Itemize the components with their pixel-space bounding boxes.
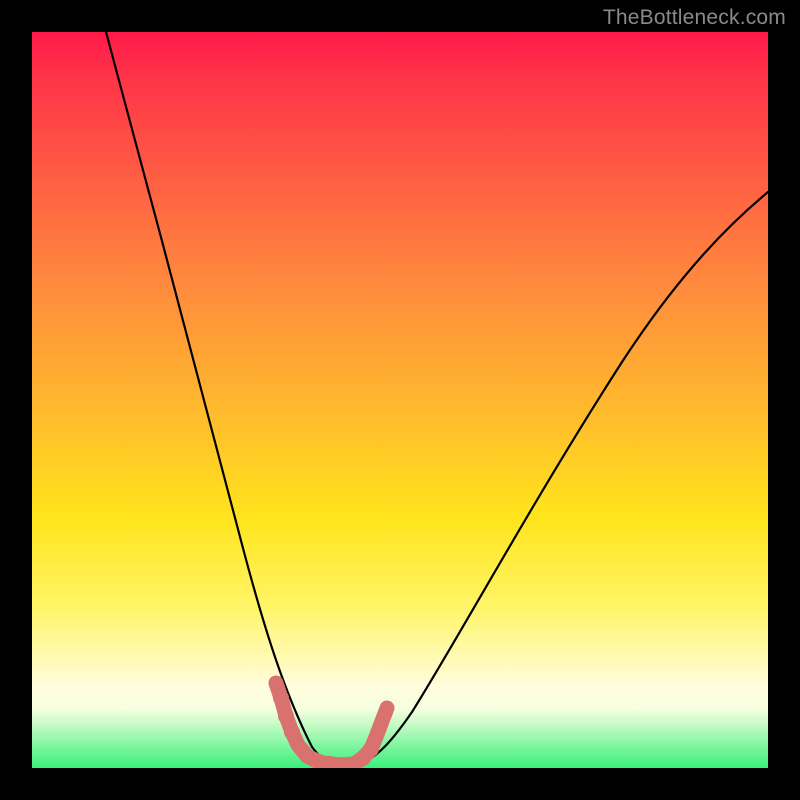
bead-point [380, 701, 394, 715]
plot-area [32, 32, 768, 768]
watermark-text: TheBottleneck.com [603, 6, 786, 30]
right-curve [354, 192, 768, 765]
left-curve [106, 32, 336, 765]
bead-point [370, 731, 382, 743]
bead-point [270, 677, 282, 689]
bead-point [292, 739, 304, 751]
bead-point [278, 708, 294, 724]
outer-frame: TheBottleneck.com [0, 0, 800, 800]
bead-point [284, 724, 300, 740]
bead-point [363, 741, 379, 757]
bead-point [273, 690, 289, 706]
curve-svg [32, 32, 768, 768]
